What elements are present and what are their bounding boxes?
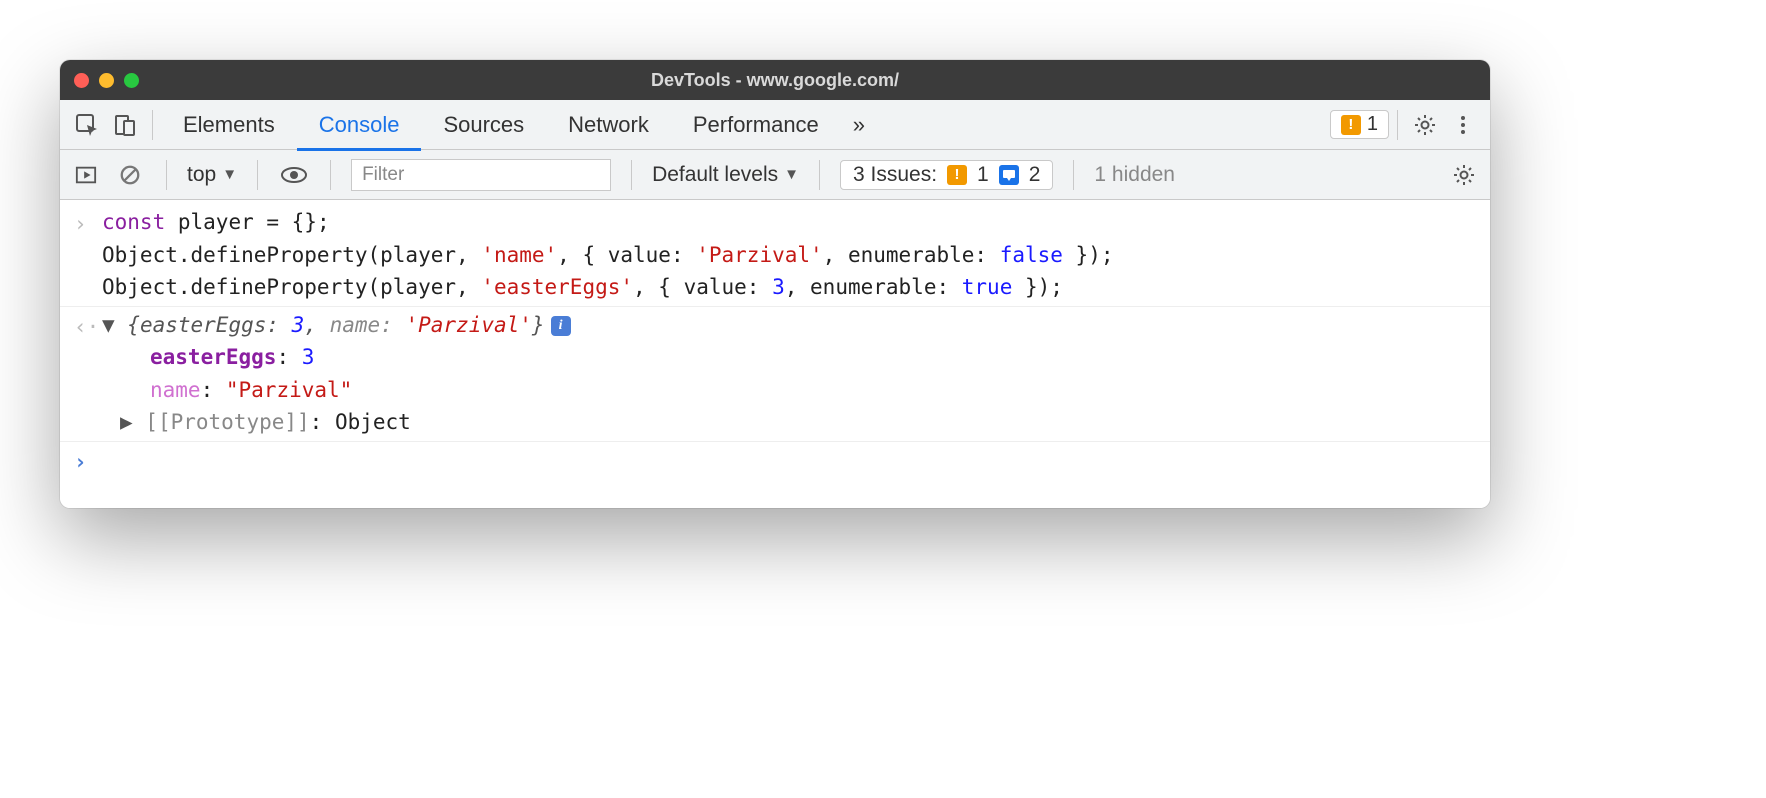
filter-input[interactable] [351,159,611,191]
tabbar: Elements Console Sources Network Perform… [60,100,1490,150]
output-chevron-icon: ‹· [74,309,102,439]
warnings-badge[interactable]: ! 1 [1330,110,1389,139]
separator [1073,160,1074,190]
tabs-overflow[interactable]: » [841,102,877,151]
disclosure-triangle-icon[interactable]: ▶ [120,410,145,434]
separator [166,160,167,190]
tab-console[interactable]: Console [297,102,422,151]
console-output-row: ‹· ▼ {easterEggs: 3, name: 'Parzival'}i … [60,307,1490,442]
window-title: DevTools - www.google.com/ [60,70,1490,91]
issues-warn-count: 1 [977,163,989,187]
close-window-button[interactable] [74,73,89,88]
separator [257,160,258,190]
issues-label: 3 Issues: [853,163,937,187]
prompt-chevron-icon: › [74,444,102,479]
console-prompt-input[interactable] [102,444,1476,479]
separator [330,160,331,190]
context-selector[interactable]: top ▼ [187,163,237,187]
clear-console-icon[interactable] [114,159,146,191]
console-toolbar: top ▼ Default levels ▼ 3 Issues: ! 1 2 1… [60,150,1490,200]
warning-icon: ! [947,165,967,185]
toggle-sidebar-icon[interactable] [70,159,102,191]
zoom-window-button[interactable] [124,73,139,88]
devtools-window: DevTools - www.google.com/ Elements Cons… [60,60,1490,508]
live-expression-icon[interactable] [278,159,310,191]
console-prompt-row[interactable]: › [60,442,1490,481]
settings-icon[interactable] [1406,106,1444,144]
log-levels-selector[interactable]: Default levels ▼ [652,163,799,187]
object-prototype[interactable]: ▶ [[Prototype]]: Object [102,406,1476,439]
issues-info-count: 2 [1029,163,1041,187]
console-code[interactable]: const player = {}; Object.defineProperty… [102,206,1476,304]
hidden-messages[interactable]: 1 hidden [1094,163,1175,187]
warning-count: 1 [1367,113,1378,136]
console-input-row: › const player = {}; Object.defineProper… [60,204,1490,307]
device-toolbar-icon[interactable] [106,106,144,144]
context-label: top [187,163,216,187]
object-inspection[interactable]: ▼ {easterEggs: 3, name: 'Parzival'}i eas… [102,309,1476,439]
separator [1397,110,1398,140]
tab-elements[interactable]: Elements [161,102,297,151]
chevron-down-icon: ▼ [222,166,237,183]
warning-icon: ! [1341,115,1361,135]
info-icon [999,165,1019,185]
chevron-down-icon: ▼ [784,166,799,183]
tab-network[interactable]: Network [546,102,671,151]
more-menu-icon[interactable] [1444,106,1482,144]
object-property[interactable]: name: "Parzival" [102,374,1476,407]
tab-performance[interactable]: Performance [671,102,841,151]
disclosure-triangle-icon[interactable]: ▼ [102,313,127,337]
console-body: › const player = {}; Object.defineProper… [60,200,1490,508]
levels-label: Default levels [652,163,778,187]
titlebar: DevTools - www.google.com/ [60,60,1490,100]
issues-badge[interactable]: 3 Issues: ! 1 2 [840,160,1053,190]
separator [152,110,153,140]
tab-sources[interactable]: Sources [421,102,546,151]
window-controls [74,73,139,88]
minimize-window-button[interactable] [99,73,114,88]
separator [819,160,820,190]
separator [631,160,632,190]
console-settings-icon[interactable] [1448,159,1480,191]
object-property[interactable]: easterEggs: 3 [102,341,1476,374]
inspect-element-icon[interactable] [68,106,106,144]
info-badge-icon[interactable]: i [551,316,571,336]
input-chevron-icon: › [74,206,102,304]
